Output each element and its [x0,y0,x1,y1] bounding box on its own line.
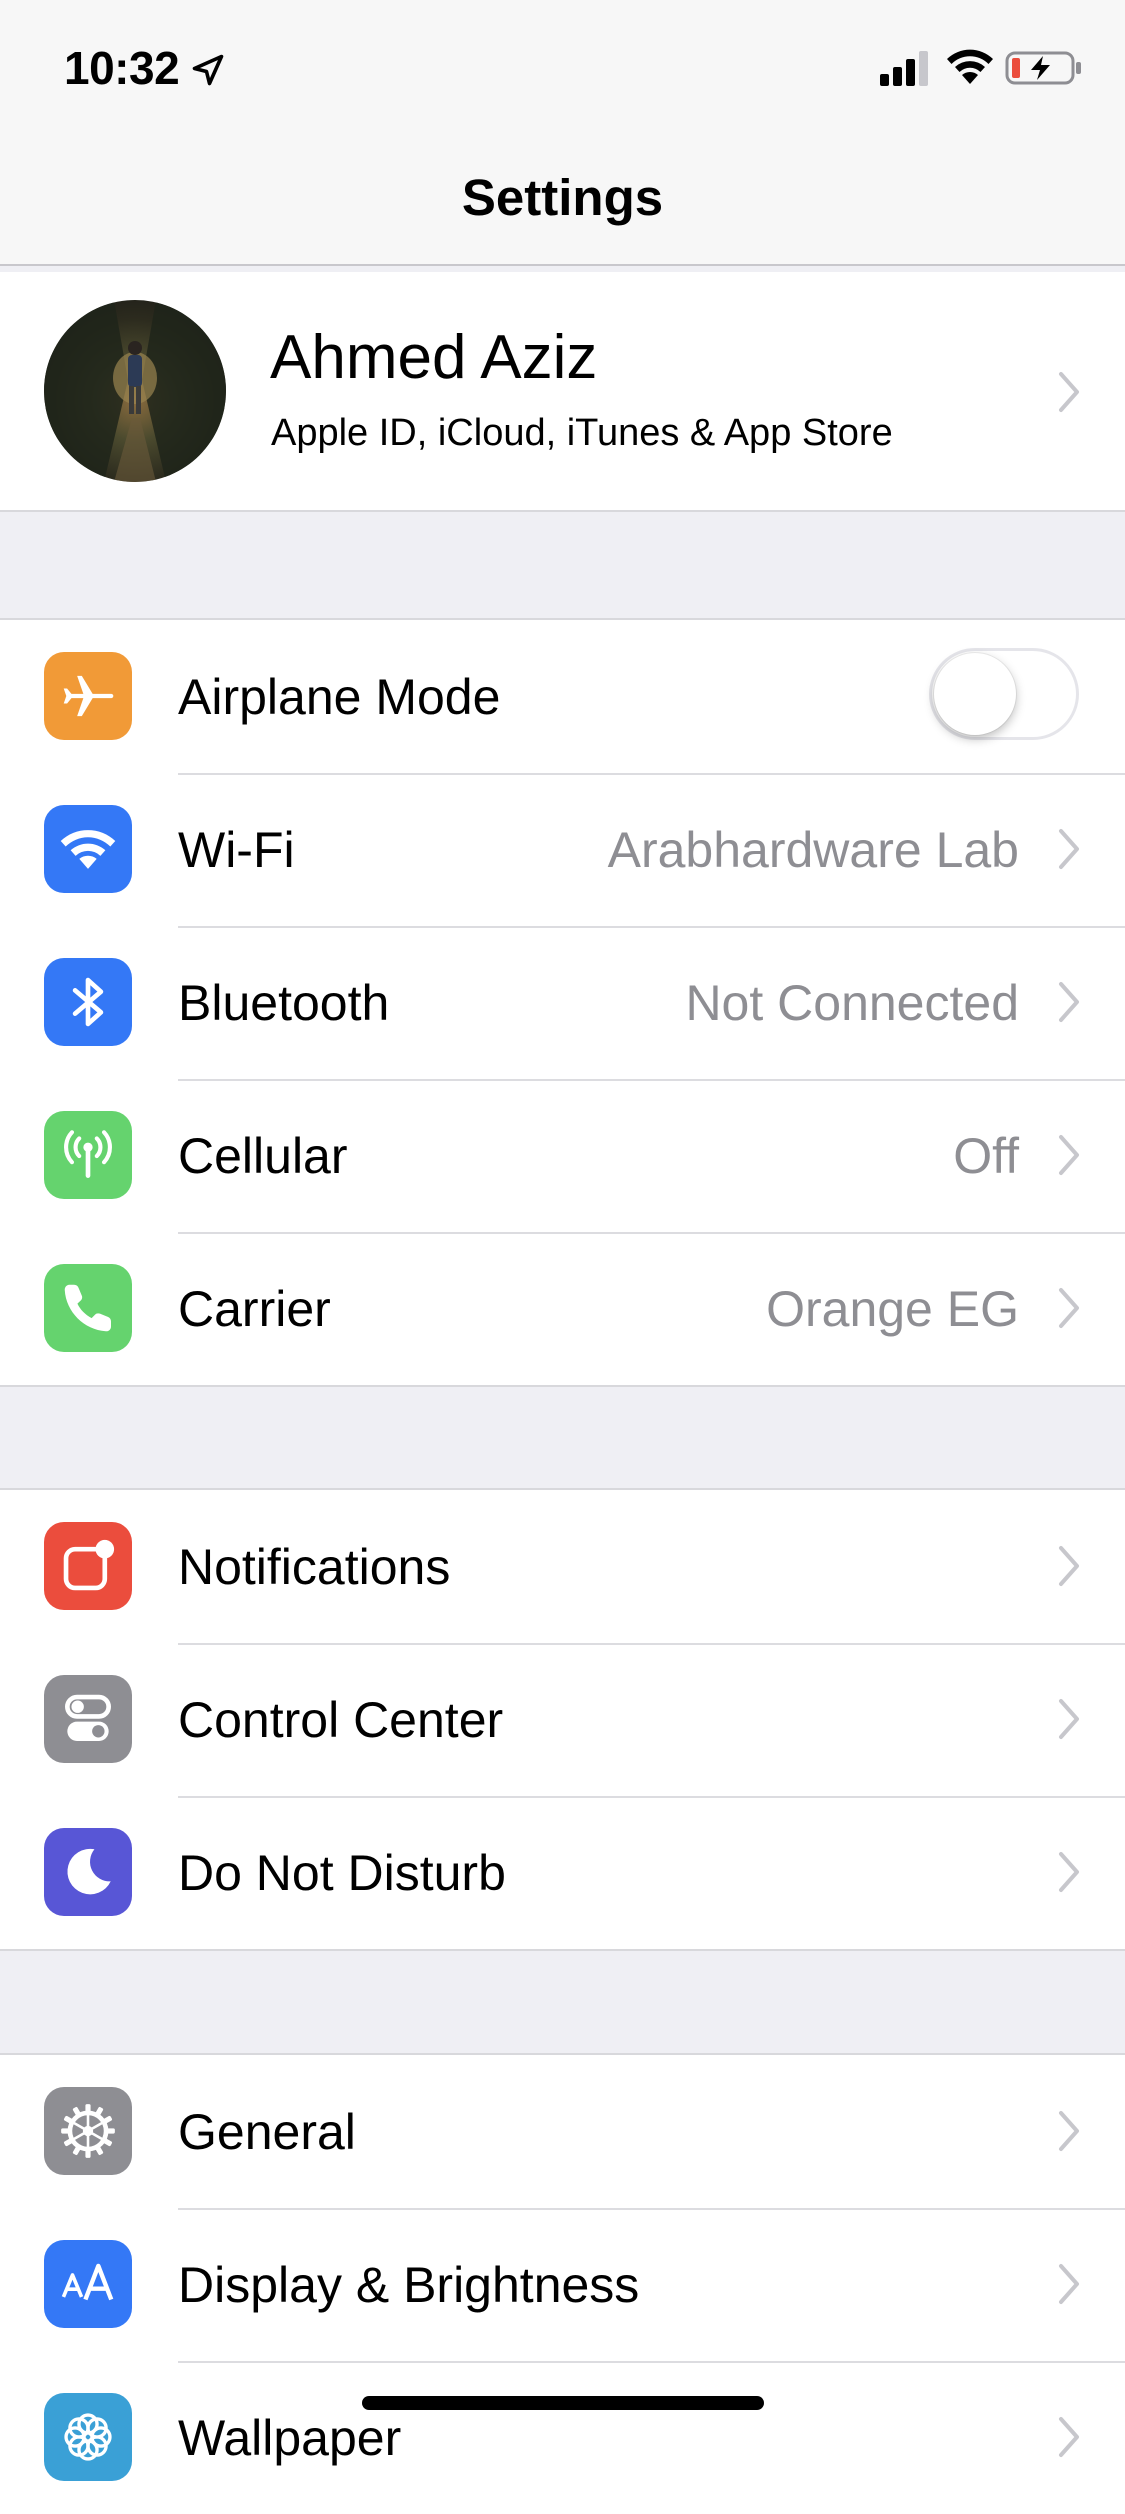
chevron-right-icon [1059,2264,1079,2304]
connectivity-group: Airplane Mode Wi-Fi Arabhardware Lab Blu… [0,618,1125,1387]
page-title: Settings [461,169,664,226]
antenna-icon [44,1111,132,1199]
row-label: Control Center [178,1692,504,1748]
settings-row-display-brightness[interactable]: Display & Brightness [0,2208,1125,2361]
location-arrow-icon [192,54,224,86]
row-label: Airplane Mode [178,669,501,725]
general-group: General Display & Brightness Wallpaper [0,2053,1125,2514]
avatar [44,300,226,482]
chevron-right-icon [1059,982,1079,1022]
chevron-right-icon [1059,372,1079,412]
bluetooth-status-value: Not Connected [685,975,1019,1031]
chevron-right-icon [1059,1135,1079,1175]
settings-row-notifications[interactable]: Notifications [0,1490,1125,1643]
row-label: Wallpaper [178,2410,402,2466]
airplane-mode-toggle[interactable] [929,648,1079,740]
cellular-status-value: Off [953,1128,1019,1184]
settings-row-airplane-mode: Airplane Mode [0,620,1125,773]
settings-row-do-not-disturb[interactable]: Do Not Disturb [0,1796,1125,1949]
row-label: Wi-Fi [178,822,295,878]
control-center-icon [44,1675,132,1763]
wifi-network-value: Arabhardware Lab [607,822,1019,878]
phone-icon [44,1264,132,1352]
settings-row-wallpaper[interactable]: Wallpaper [0,2361,1125,2514]
chevron-right-icon [1059,1699,1079,1739]
chevron-right-icon [1059,1852,1079,1892]
battery-charging-icon [1005,51,1081,85]
avatar-photo [44,300,226,482]
wifi-icon [44,805,132,893]
navigation-bar: 10:32 Settings [0,0,1125,266]
profile-subtitle: Apple ID, iCloud, iTunes & App Store [271,412,893,454]
row-label: Notifications [178,1539,451,1595]
chevron-right-icon [1059,2417,1079,2457]
chevron-right-icon [1059,2111,1079,2151]
chevron-right-icon [1059,1288,1079,1328]
text-size-icon [44,2240,132,2328]
wifi-icon [947,49,993,84]
row-label: General [178,2104,356,2160]
apple-id-profile-row[interactable]: Ahmed Aziz Apple ID, iCloud, iTunes & Ap… [0,272,1125,512]
row-label: Bluetooth [178,975,390,1031]
notifications-group: Notifications Control Center Do Not Dist… [0,1488,1125,1951]
carrier-value: Orange EG [766,1281,1019,1337]
bluetooth-icon [44,958,132,1046]
toggle-knob [934,653,1016,735]
airplane-icon [44,652,132,740]
settings-row-cellular[interactable]: Cellular Off [0,1079,1125,1232]
home-indicator[interactable] [362,2396,764,2410]
row-label: Display & Brightness [178,2257,640,2313]
row-label: Do Not Disturb [178,1845,506,1901]
wallpaper-flower-icon [44,2393,132,2481]
settings-row-general[interactable]: General [0,2055,1125,2208]
row-label: Cellular [178,1128,348,1184]
status-time: 10:32 [64,42,180,94]
settings-row-bluetooth[interactable]: Bluetooth Not Connected [0,926,1125,1079]
cellular-signal-icon [880,51,928,86]
settings-row-carrier[interactable]: Carrier Orange EG [0,1232,1125,1385]
row-label: Carrier [178,1281,331,1337]
settings-row-wifi[interactable]: Wi-Fi Arabhardware Lab [0,773,1125,926]
profile-name: Ahmed Aziz [270,323,598,392]
chevron-right-icon [1059,829,1079,869]
chevron-right-icon [1059,1546,1079,1586]
gear-icon [44,2087,132,2175]
settings-row-control-center[interactable]: Control Center [0,1643,1125,1796]
notifications-icon [44,1522,132,1610]
moon-icon [44,1828,132,1916]
